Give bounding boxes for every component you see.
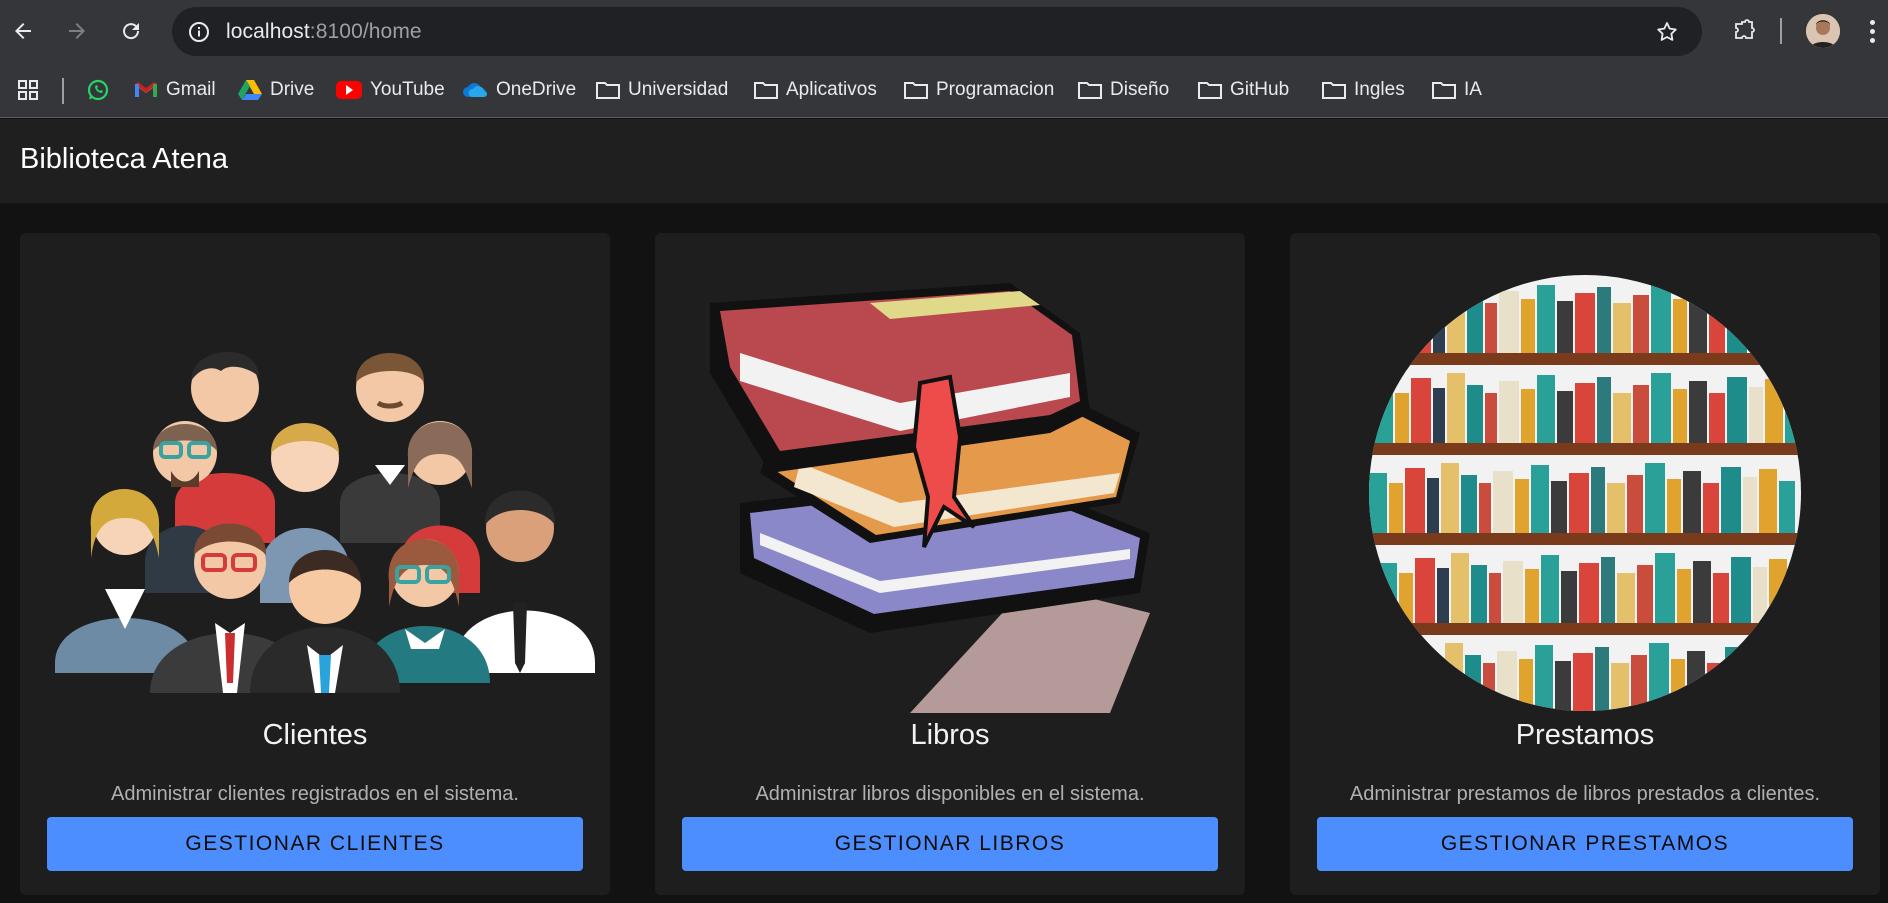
bookmark-label: Universidad bbox=[628, 79, 729, 100]
bookmark-label: OneDrive bbox=[496, 79, 577, 100]
folder-icon bbox=[904, 82, 928, 99]
bookmark-label: Ingles bbox=[1354, 79, 1405, 100]
bookmark-folder-universidad[interactable]: Universidad bbox=[596, 74, 728, 106]
bookmark-label: Diseño bbox=[1110, 79, 1170, 100]
card-title: Libros bbox=[910, 719, 990, 751]
people-illustration bbox=[20, 253, 610, 733]
bookmark-gmail[interactable]: Gmail bbox=[134, 74, 216, 106]
address-bar[interactable]: localhost:8100/home bbox=[172, 7, 1702, 56]
youtube-icon bbox=[336, 81, 362, 99]
url-text: localhost:8100/home bbox=[226, 20, 422, 44]
bookmark-label: Programacion bbox=[936, 79, 1055, 100]
bookmark-youtube[interactable]: YouTube bbox=[336, 74, 445, 106]
bookmark-label: Drive bbox=[270, 79, 315, 100]
folder-icon bbox=[1322, 82, 1346, 99]
bookmark-label: GitHub bbox=[1230, 79, 1290, 100]
bookmarks-divider bbox=[62, 78, 64, 104]
site-info-icon[interactable] bbox=[182, 15, 216, 49]
extensions-icon[interactable] bbox=[1728, 14, 1762, 48]
card-title: Clientes bbox=[262, 719, 368, 751]
bookmark-label: YouTube bbox=[370, 79, 445, 100]
gestionar-clientes-button[interactable]: GESTIONAR CLIENTES bbox=[47, 817, 583, 871]
arrow-left-icon bbox=[15, 23, 31, 39]
forward-button[interactable] bbox=[60, 14, 94, 48]
bookmark-folder-diseno[interactable]: Diseño bbox=[1078, 74, 1169, 106]
bookmark-label: Gmail bbox=[166, 79, 216, 100]
folder-icon bbox=[596, 82, 620, 99]
card-prestamos: Prestamos Administrar prestamos de libro… bbox=[1290, 233, 1880, 895]
url-host: localhost bbox=[226, 20, 310, 43]
card-subtitle: Administrar prestamos de libros prestado… bbox=[1349, 783, 1821, 805]
folder-icon bbox=[754, 82, 778, 99]
books-stack-illustration bbox=[655, 253, 1245, 733]
gestionar-libros-button[interactable]: GESTIONAR LIBROS bbox=[682, 817, 1218, 871]
card-subtitle: Administrar clientes registrados en el s… bbox=[111, 783, 519, 805]
bookmarks-bar: Gmail Drive YouTube OneDrive Universidad… bbox=[0, 62, 1888, 118]
whatsapp-icon bbox=[87, 79, 109, 101]
reload-button[interactable] bbox=[114, 14, 148, 48]
bookmark-label: Aplicativos bbox=[786, 79, 877, 100]
bookmark-onedrive[interactable]: OneDrive bbox=[462, 74, 576, 106]
bookmark-folder-ingles[interactable]: Ingles bbox=[1322, 74, 1405, 106]
apps-grid-icon[interactable] bbox=[16, 74, 40, 106]
folder-icon bbox=[1432, 82, 1456, 99]
folder-icon bbox=[1078, 82, 1102, 99]
bookmark-whatsapp[interactable] bbox=[86, 74, 110, 106]
onedrive-icon bbox=[463, 83, 487, 97]
bookmark-star-icon[interactable] bbox=[1650, 15, 1684, 49]
toolbar-divider bbox=[1780, 18, 1782, 44]
gestionar-prestamos-button[interactable]: GESTIONAR PRESTAMOS bbox=[1317, 817, 1853, 871]
bookshelf-illustration bbox=[1290, 253, 1880, 733]
arrow-right-icon bbox=[69, 23, 85, 39]
url-path: :8100/home bbox=[309, 20, 422, 43]
card-libros: Libros Administrar libros disponibles en… bbox=[655, 233, 1245, 895]
reload-icon bbox=[123, 23, 140, 40]
page-title: Biblioteca Atena bbox=[20, 143, 228, 175]
bookmark-folder-github[interactable]: GitHub bbox=[1198, 74, 1289, 106]
app-header: Biblioteca Atena bbox=[0, 119, 1888, 203]
bookmark-folder-aplicativos[interactable]: Aplicativos bbox=[754, 74, 877, 106]
card-subtitle: Administrar libros disponibles en el sis… bbox=[755, 783, 1145, 805]
bookmark-folder-programacion[interactable]: Programacion bbox=[904, 74, 1054, 106]
gmail-icon bbox=[135, 82, 157, 97]
bookmark-drive[interactable]: Drive bbox=[238, 74, 314, 106]
card-clientes: Clientes Administrar clientes registrado… bbox=[20, 233, 610, 895]
browser-menu-icon[interactable] bbox=[1862, 14, 1882, 48]
browser-toolbar: localhost:8100/home bbox=[0, 0, 1888, 62]
profile-avatar[interactable] bbox=[1806, 14, 1840, 48]
card-title: Prestamos bbox=[1515, 719, 1655, 751]
folder-icon bbox=[1198, 82, 1222, 99]
bookmark-folder-ia[interactable]: IA bbox=[1432, 74, 1482, 106]
drive-icon bbox=[238, 80, 262, 100]
main-content: Clientes Administrar clientes registrado… bbox=[0, 203, 1888, 903]
back-button[interactable] bbox=[6, 14, 40, 48]
bookmark-label: IA bbox=[1464, 79, 1482, 100]
